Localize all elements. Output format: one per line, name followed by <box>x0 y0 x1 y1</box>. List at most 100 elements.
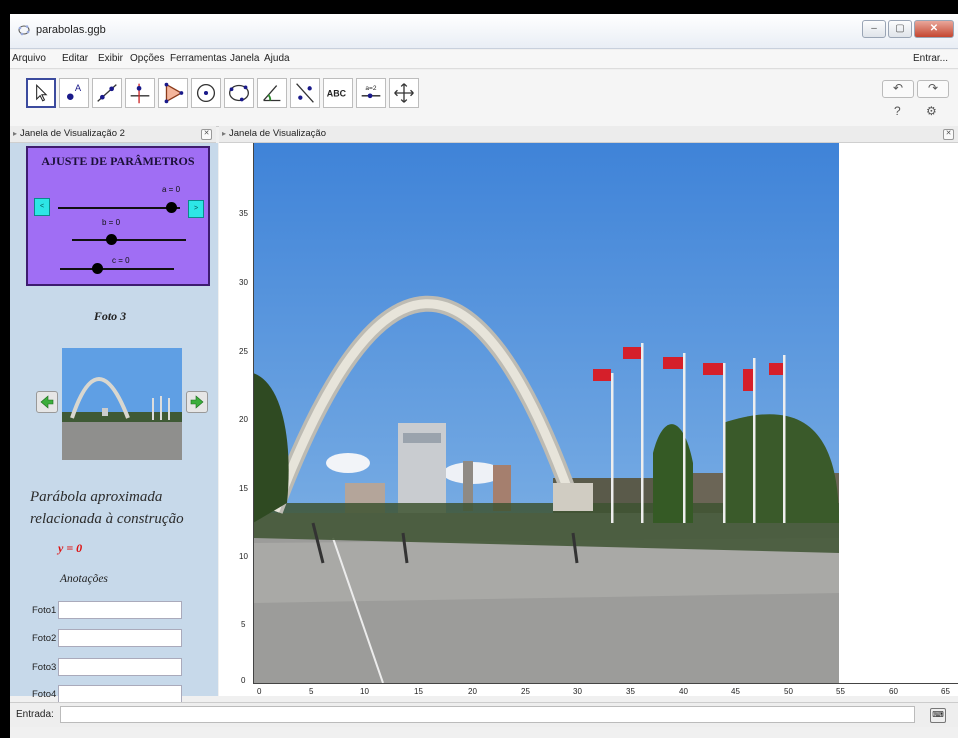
reflect-tool[interactable] <box>290 78 320 108</box>
slider-b-track <box>72 239 186 241</box>
x-tick-label: 35 <box>626 687 635 696</box>
photo-thumbnail <box>62 348 182 460</box>
keyboard-icon[interactable]: ⌨ <box>930 708 946 723</box>
note-input-foto3[interactable] <box>58 658 182 676</box>
close-panel-icon[interactable]: ✕ <box>943 129 954 140</box>
x-tick-label: 25 <box>521 687 530 696</box>
text-tool[interactable]: ABC <box>323 78 353 108</box>
parabola-description: Parábola aproximada relacionada à constr… <box>30 489 184 527</box>
graphics-panel-header: ▸ Janela de Visualização ✕ <box>219 126 958 143</box>
slider-c-track <box>60 268 174 270</box>
parameter-panel: AJUSTE DE PARÂMETROS < > a = 0 b = 0 c =… <box>26 146 210 286</box>
x-tick-label: 55 <box>836 687 845 696</box>
increase-button[interactable]: > <box>188 200 204 218</box>
note-label: Foto4 <box>32 689 57 700</box>
left-panel-header: ▸ Janela de Visualização 2 ✕ <box>10 126 216 143</box>
move-arrows-icon <box>394 83 414 103</box>
menu-opcoes[interactable]: Opções <box>130 53 164 64</box>
menu-ferramentas[interactable]: Ferramentas <box>170 53 227 64</box>
maximize-button[interactable]: ▢ <box>888 20 912 38</box>
angle-icon <box>263 85 281 102</box>
previous-photo-button[interactable] <box>36 391 58 413</box>
note-input-foto2[interactable] <box>58 629 182 647</box>
panel-expand-icon[interactable]: ▸ <box>10 126 20 142</box>
text-tool-label: ABC <box>327 89 347 99</box>
background-photo <box>253 143 839 683</box>
x-tick-label: 5 <box>309 687 314 696</box>
note-input-foto1[interactable] <box>58 601 182 619</box>
y-tick-label: 25 <box>239 347 248 356</box>
gear-icon[interactable]: ⚙ <box>926 104 937 118</box>
menu-arquivo[interactable]: Arquivo <box>12 53 46 64</box>
angle-tool[interactable] <box>257 78 287 108</box>
x-tick-label: 65 <box>941 687 950 696</box>
sign-in-link[interactable]: Entrar... <box>913 53 948 64</box>
slider-a-label: a = 0 <box>162 185 181 194</box>
minimize-button[interactable]: – <box>862 20 886 38</box>
menu-janela[interactable]: Janela <box>230 53 259 64</box>
arrow-right-icon <box>190 395 204 409</box>
geogebra-app-icon <box>18 25 30 36</box>
menu-editar[interactable]: Editar <box>62 53 88 64</box>
note-input-foto4[interactable] <box>58 685 182 703</box>
slider-c-knob[interactable] <box>92 263 103 274</box>
y-tick-label: 10 <box>239 552 248 561</box>
line-tool[interactable] <box>92 78 122 108</box>
arrow-left-icon <box>40 395 54 409</box>
reflect-icon <box>296 83 314 103</box>
command-input[interactable] <box>60 706 915 723</box>
next-photo-button[interactable] <box>186 391 208 413</box>
close-button[interactable]: ✕ <box>914 20 954 38</box>
move-tool[interactable] <box>26 78 56 108</box>
toolbar: A ABC a=2 ↶ ↷ ? ⚙ <box>10 70 958 127</box>
input-bar: Entrada: ⌨ <box>10 702 958 727</box>
move-view-tool[interactable] <box>389 78 419 108</box>
title-bar: parabolas.ggb – ▢ ✕ <box>10 14 958 49</box>
slider-a-knob[interactable] <box>166 202 177 213</box>
menu-ajuda[interactable]: Ajuda <box>264 53 290 64</box>
slider-b-knob[interactable] <box>106 234 117 245</box>
y-tick-label: 30 <box>239 278 248 287</box>
photo-title: Foto 3 <box>93 309 127 323</box>
y-tick-label: 35 <box>239 209 248 218</box>
geogebra-window: parabolas.ggb – ▢ ✕ Arquivo Editar Exibi… <box>10 14 958 738</box>
close-panel-icon[interactable]: ✕ <box>201 129 212 140</box>
x-tick-label: 60 <box>889 687 898 696</box>
cursor-arrow-icon <box>36 83 48 102</box>
y-axis <box>253 143 254 683</box>
input-bar-label: Entrada: <box>16 709 54 720</box>
y-tick-label: 5 <box>241 620 246 629</box>
slider-c-label: c = 0 <box>112 256 130 265</box>
parameter-panel-title: AJUSTE DE PARÂMETROS <box>41 154 195 168</box>
help-icon[interactable]: ? <box>894 104 901 118</box>
conic-tool[interactable] <box>224 78 254 108</box>
circle-tool[interactable] <box>191 78 221 108</box>
undo-button[interactable]: ↶ <box>882 80 914 98</box>
x-tick-label: 45 <box>731 687 740 696</box>
slider-a-track <box>58 207 180 209</box>
panel-expand-icon[interactable]: ▸ <box>219 126 229 142</box>
menu-bar: Arquivo Editar Exibir Opções Ferramentas… <box>10 50 958 69</box>
slider-b-label: b = 0 <box>102 218 121 227</box>
parabola-equation: y = 0 <box>58 541 83 555</box>
x-tick-label: 20 <box>468 687 477 696</box>
graphics-view[interactable]: 35 30 25 20 15 10 5 0 0 5 10 15 20 25 30… <box>219 143 958 696</box>
x-tick-label: 50 <box>784 687 793 696</box>
slider-tool[interactable]: a=2 <box>356 78 386 108</box>
polygon-tool[interactable] <box>158 78 188 108</box>
notes-title: Anotações <box>60 573 108 585</box>
line-icon <box>97 84 117 102</box>
perpendicular-tool[interactable] <box>125 78 155 108</box>
y-tick-label: 15 <box>239 484 248 493</box>
point-tool[interactable]: A <box>59 78 89 108</box>
redo-button[interactable]: ↷ <box>917 80 949 98</box>
x-tick-label: 10 <box>360 687 369 696</box>
menu-exibir[interactable]: Exibir <box>98 53 123 64</box>
x-tick-label: 30 <box>573 687 582 696</box>
decrease-button[interactable]: < <box>34 198 50 216</box>
note-label: Foto2 <box>32 633 57 644</box>
y-tick-label: 20 <box>239 415 248 424</box>
slider-tool-label: a=2 <box>365 85 376 92</box>
y-tick-label: 0 <box>241 676 246 685</box>
left-panel-title: Janela de Visualização 2 <box>20 128 125 139</box>
